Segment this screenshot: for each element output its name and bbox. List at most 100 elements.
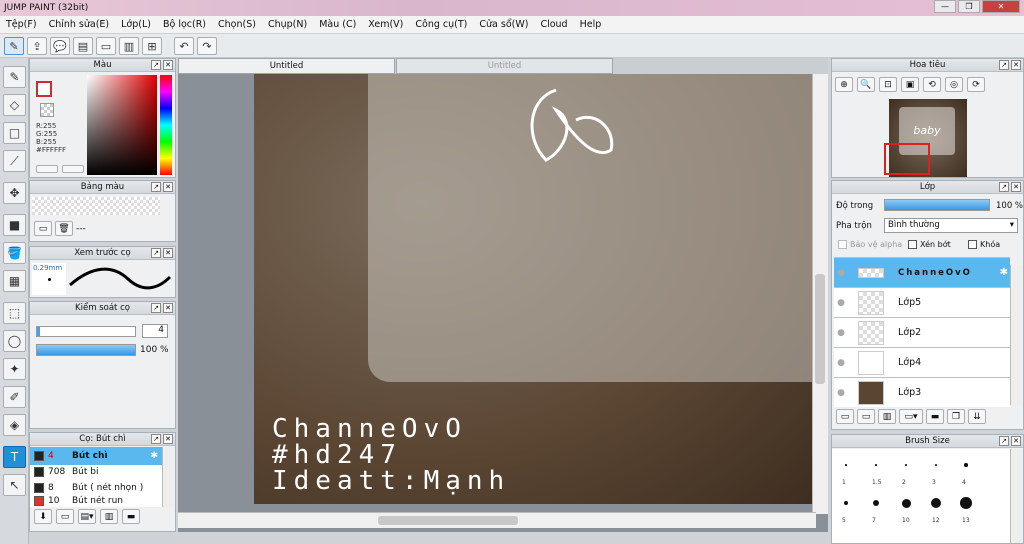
layer-list-scrollbar[interactable] [1010,265,1022,405]
visibility-icon[interactable]: ● [834,298,848,308]
lock-checkbox[interactable] [968,240,977,249]
zoom-fit-icon[interactable]: ⊕ [835,77,853,92]
detach-icon[interactable]: ↗ [999,436,1009,446]
select-eraser-tool-icon[interactable]: ◈ [3,414,26,436]
detach-icon[interactable]: ↗ [151,60,161,70]
detach-icon[interactable]: ↗ [999,182,1009,192]
visibility-icon[interactable]: ● [834,328,848,338]
menu-tools[interactable]: Công cụ(T) [409,16,473,33]
line-tool-icon[interactable]: ⟋ [3,150,26,172]
close-icon[interactable]: ✕ [163,182,173,192]
menu-capture[interactable]: Chụp(N) [262,16,313,33]
bucket-tool-icon[interactable]: 🪣 [3,242,26,264]
menu-help[interactable]: Help [574,16,608,33]
close-icon[interactable]: ✕ [163,248,173,258]
layer-folder-icon[interactable]: ▬ [926,409,944,424]
menu-edit[interactable]: Chỉnh sửa(E) [43,16,116,33]
detach-icon[interactable]: ↗ [151,434,161,444]
eraser-tool-icon[interactable]: ◇ [3,94,26,116]
delete-palette-icon[interactable]: 🗑 [55,221,73,236]
clip-checkbox[interactable] [908,240,917,249]
tab-untitled-active[interactable]: Untitled [178,58,395,74]
brush-size-grid[interactable]: 1 1.5 2 3 4 5 7 10 12 13 [832,449,1010,543]
new-layer-alt-icon[interactable]: ▭ [857,409,875,424]
close-icon[interactable]: ✕ [163,434,173,444]
new-brush-icon[interactable]: ▭ [56,509,74,524]
new-layer-icon[interactable]: ▭ [836,409,854,424]
brush-size-scrollbar[interactable] [1010,449,1023,543]
canvas-vertical-scrollbar[interactable] [812,74,828,514]
brush-size-dot[interactable] [845,464,847,466]
page-icon[interactable]: ▭ [96,37,116,55]
palette-swatches[interactable] [32,197,160,215]
close-icon[interactable]: ✕ [1011,60,1021,70]
close-icon[interactable]: ✕ [982,0,1020,13]
color-mode-button[interactable] [36,165,58,173]
brush-size-dot[interactable] [934,463,938,467]
menu-filter[interactable]: Bộ lọc(R) [157,16,212,33]
menu-file[interactable]: Tệp(F) [0,16,43,33]
brush-size-dot[interactable] [930,497,942,509]
layer-row[interactable]: ● Lớp3 [834,378,1010,407]
brush-folder-icon[interactable]: ▬ [122,509,140,524]
zoom-in-icon[interactable]: 🔍 [857,77,875,92]
export-icon[interactable]: ⇪ [27,37,47,55]
menu-view[interactable]: Xem(V) [362,16,409,33]
reset-rotation-icon[interactable]: ◎ [945,77,963,92]
restore-icon[interactable]: ❐ [958,0,980,13]
actual-size-icon[interactable]: ▣ [901,77,919,92]
magic-wand-tool-icon[interactable]: ✦ [3,358,26,380]
close-icon[interactable]: ✕ [163,303,173,313]
brush-size-dot[interactable] [964,463,968,467]
message-icon[interactable]: ▤ [73,37,93,55]
brush-list-scrollbar[interactable] [162,447,174,507]
brush-tool-icon[interactable]: ✎ [3,66,26,88]
brush-size-input[interactable]: 4 [142,324,168,338]
navigator-viewport-frame[interactable] [884,143,930,175]
menu-window[interactable]: Cửa sổ(W) [473,16,534,33]
menu-layer[interactable]: Lớp(L) [115,16,157,33]
hue-slider[interactable] [160,75,172,175]
detach-icon[interactable]: ↗ [999,60,1009,70]
select-pen-tool-icon[interactable]: ✐ [3,386,26,408]
detach-icon[interactable]: ↗ [151,182,161,192]
brush-size-dot[interactable] [905,464,907,466]
gear-icon[interactable]: ✱ [1000,267,1008,278]
rotate-left-icon[interactable]: ⟲ [923,77,941,92]
lasso-tool-icon[interactable]: ◯ [3,330,26,352]
rotate-right-icon[interactable]: ⟳ [967,77,985,92]
detach-icon[interactable]: ↗ [151,248,161,258]
brush-menu-icon[interactable]: ▤▾ [78,509,96,524]
brush-size-dot[interactable] [875,464,877,466]
visibility-icon[interactable]: ● [834,268,848,278]
move-tool-icon[interactable]: ✥ [3,182,26,204]
undo-icon[interactable]: ↶ [174,37,194,55]
layer-row[interactable]: ● Lớp2 [834,318,1010,348]
tab-untitled[interactable]: Untitled [396,58,613,74]
menu-color[interactable]: Màu (C) [313,16,362,33]
document-icon[interactable]: ▥ [119,37,139,55]
brush-size-dot[interactable] [901,498,911,508]
transparent-color-swatch[interactable] [40,103,54,117]
gradient-tool-icon[interactable]: ▦ [3,270,26,292]
brush-item[interactable]: 10 Bút nét run [30,495,162,507]
fill-rect-tool-icon[interactable]: ■ [3,214,26,236]
color-history-button[interactable] [62,165,84,173]
layout-icon[interactable]: ⊞ [142,37,162,55]
foreground-color-swatch[interactable] [36,81,52,97]
navigator-thumbnail[interactable]: baby [884,99,967,177]
layer-row[interactable]: ● Lớp5 [834,288,1010,318]
detach-icon[interactable]: ↗ [151,303,161,313]
operation-tool-icon[interactable]: ↖ [3,474,26,496]
brush-size-dot[interactable] [872,499,880,507]
close-icon[interactable]: ✕ [1011,182,1021,192]
brush-opacity-slider[interactable] [36,344,136,356]
rect-select-tool-icon[interactable]: □ [3,122,26,144]
add-layer-menu-icon[interactable]: ▭▾ [899,409,923,424]
redo-icon[interactable]: ↷ [197,37,217,55]
brush-settings-icon[interactable]: ▥ [100,509,118,524]
fit-window-icon[interactable]: ⊡ [879,77,897,92]
brush-download-icon[interactable]: ⬇ [34,509,52,524]
layer-row[interactable]: ● Lớp4 [834,348,1010,378]
blend-mode-select[interactable]: Bình thường ▾ [884,218,1018,233]
